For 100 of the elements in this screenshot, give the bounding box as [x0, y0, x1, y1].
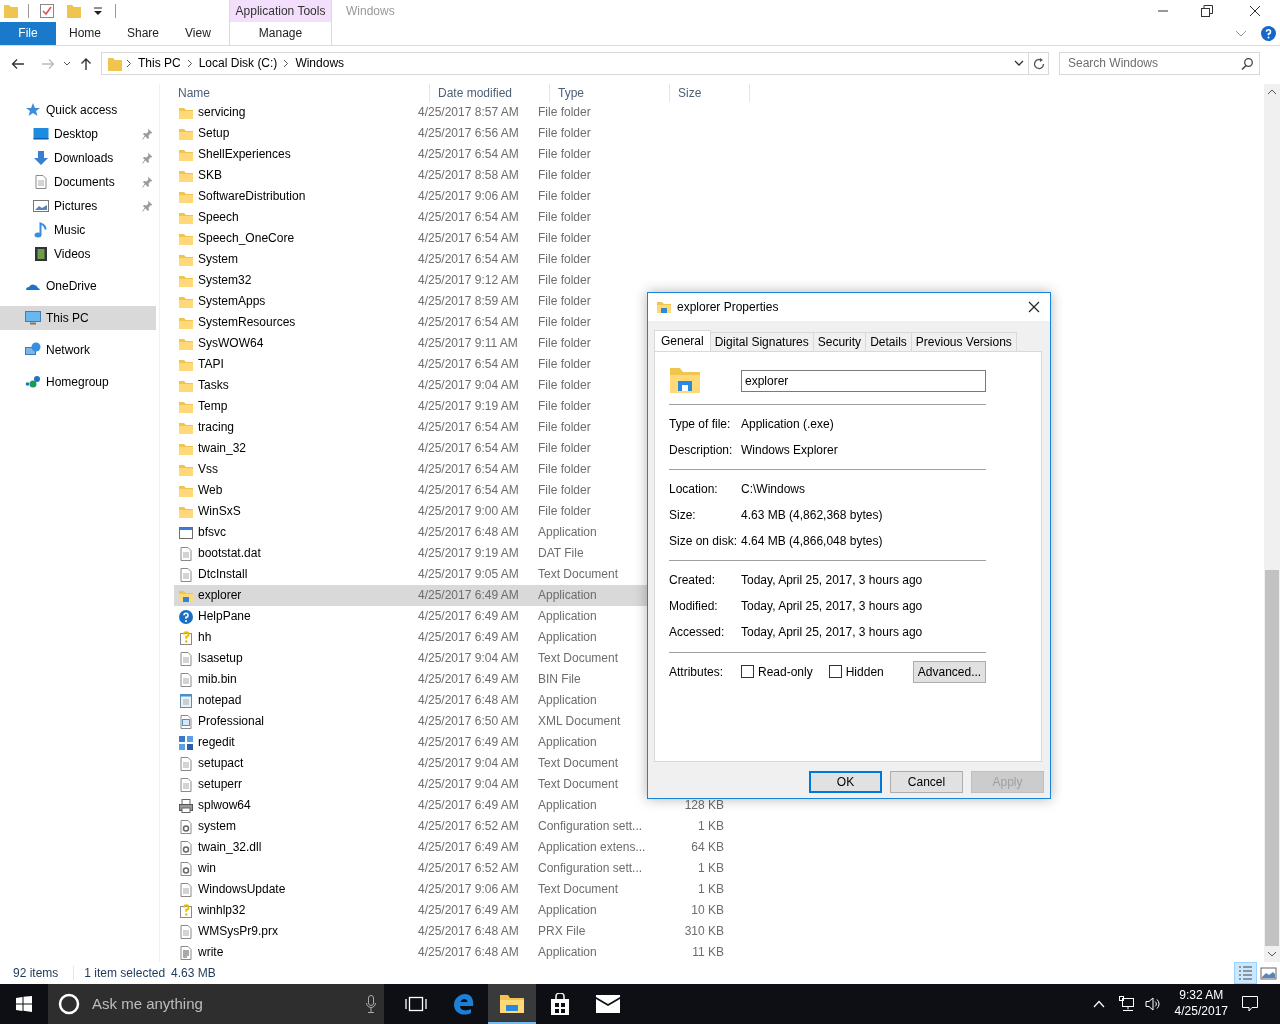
search-box[interactable]: Ask me anything	[48, 984, 384, 1024]
close-icon[interactable]	[1028, 301, 1040, 313]
attribute-checkbox[interactable]: Read-only	[741, 664, 813, 680]
folder-icon[interactable]	[500, 993, 524, 1013]
taskbar-app[interactable]	[488, 984, 536, 1024]
file-name[interactable]: Speech	[198, 210, 239, 225]
nav-item[interactable]: This PC	[46, 310, 89, 326]
ribbon-tab[interactable]: Home	[56, 22, 114, 45]
nav-item[interactable]: Pictures	[54, 198, 98, 214]
file-name[interactable]: SystemResources	[198, 315, 296, 330]
file-name[interactable]: twain_32	[198, 441, 247, 456]
task-view-icon[interactable]	[405, 996, 427, 1012]
nav-item[interactable]: Documents	[54, 174, 115, 190]
search-box[interactable]: Search Windows	[1059, 52, 1260, 75]
help-icon[interactable]	[1261, 26, 1276, 41]
dropdown-caret-icon[interactable]	[1014, 60, 1024, 67]
edge-icon[interactable]	[453, 993, 475, 1015]
breadcrumb[interactable]: Local Disk (C:)	[192, 56, 284, 71]
file-name[interactable]: Setup	[198, 126, 230, 141]
file-name[interactable]: twain_32.dll	[198, 840, 262, 855]
file-name[interactable]: DtcInstall	[198, 567, 248, 582]
recent-caret-icon[interactable]	[63, 60, 71, 67]
address-bar[interactable]: This PC Local Disk (C:) Windows	[101, 52, 1049, 75]
file-name[interactable]: System	[198, 252, 238, 267]
scrollbar-thumb[interactable]	[1265, 570, 1279, 946]
customize-caret-icon[interactable]	[93, 6, 103, 16]
file-name[interactable]: ShellExperiences	[198, 147, 291, 162]
envelope-icon[interactable]	[596, 995, 620, 1013]
large-icons-view-icon[interactable]	[1259, 964, 1278, 982]
file-name[interactable]: setuperr	[198, 777, 243, 792]
nav-item[interactable]: Videos	[54, 246, 91, 262]
file-name[interactable]: WMSysPr9.prx	[198, 924, 278, 939]
nav-item[interactable]: Music	[54, 222, 86, 238]
file-name[interactable]: servicing	[198, 105, 246, 120]
file-name[interactable]: SoftwareDistribution	[198, 189, 306, 204]
store-bag-icon[interactable]	[550, 993, 570, 1015]
network-icon[interactable]	[1118, 996, 1135, 1012]
file-name[interactable]: System32	[198, 273, 252, 288]
dialog-tab[interactable]: General	[654, 330, 711, 351]
nav-item[interactable]: Desktop	[54, 126, 99, 142]
attribute-checkbox[interactable]: Hidden	[828, 664, 884, 680]
search-icon[interactable]	[1241, 57, 1253, 70]
file-name[interactable]: bfsvc	[198, 525, 226, 540]
column-header[interactable]: Date modified	[438, 85, 513, 101]
ribbon-tab[interactable]: Share	[114, 22, 173, 45]
file-name[interactable]: write	[198, 945, 224, 960]
file-name[interactable]: winhlp32	[198, 903, 246, 918]
advanced-button[interactable]: Advanced...	[913, 661, 986, 683]
breadcrumb[interactable]: Windows	[289, 56, 351, 71]
dialog-button[interactable]: Cancel	[890, 771, 963, 793]
file-name[interactable]: SystemApps	[198, 294, 266, 309]
notification-icon[interactable]	[1242, 996, 1258, 1012]
file-name[interactable]: Vss	[198, 462, 218, 477]
nav-item[interactable]: Network	[46, 342, 90, 358]
file-name[interactable]: regedit	[198, 735, 235, 750]
column-header[interactable]: Name	[178, 85, 210, 101]
file-name[interactable]: notepad	[198, 693, 242, 708]
file-name[interactable]: splwow64	[198, 798, 251, 813]
file-name[interactable]: system	[198, 819, 236, 834]
file-name-field[interactable]: explorer	[741, 370, 986, 392]
scrollbar[interactable]	[1264, 84, 1280, 962]
file-name[interactable]: HelpPane	[198, 609, 251, 624]
file-name[interactable]: mib.bin	[198, 672, 237, 687]
column-header[interactable]: Type	[558, 85, 584, 101]
close-icon[interactable]	[1249, 5, 1261, 17]
clock[interactable]: 9:32 AM 4/25/2017	[1174, 988, 1228, 1020]
nav-item[interactable]: Quick access	[46, 102, 118, 118]
dialog-button[interactable]: OK	[809, 771, 882, 793]
file-name[interactable]: tracing	[198, 420, 235, 435]
up-arrow-icon[interactable]	[80, 56, 92, 71]
scroll-down-icon[interactable]	[1267, 951, 1277, 957]
properties-icon[interactable]	[39, 3, 55, 19]
nav-item[interactable]: Homegroup	[46, 374, 109, 390]
file-name[interactable]: SysWOW64	[198, 336, 264, 351]
file-name[interactable]: lsasetup	[198, 651, 243, 666]
file-name[interactable]: setupact	[198, 756, 244, 771]
nav-item[interactable]: Downloads	[54, 150, 114, 166]
nav-item[interactable]: OneDrive	[46, 278, 97, 294]
ribbon-tab[interactable]: Manage	[245, 22, 316, 45]
breadcrumb[interactable]: This PC	[132, 56, 187, 71]
volume-icon[interactable]	[1144, 996, 1161, 1012]
file-name[interactable]: hh	[198, 630, 212, 645]
file-name[interactable]: WinSxS	[198, 504, 241, 519]
file-name[interactable]: Web	[198, 483, 223, 498]
file-name[interactable]: Tasks	[198, 378, 229, 393]
ribbon-tab[interactable]: View	[172, 22, 224, 45]
file-name[interactable]: Speech_OneCore	[198, 231, 295, 246]
microphone-icon[interactable]	[366, 995, 376, 1013]
file-name[interactable]: win	[198, 861, 216, 876]
column-header[interactable]: Size	[678, 85, 702, 101]
dialog-tab[interactable]: Previous Versions	[910, 332, 1017, 351]
tray-caret-icon[interactable]	[1092, 1000, 1105, 1008]
dialog-tab[interactable]: Digital Signatures	[709, 332, 814, 351]
file-name[interactable]: WindowsUpdate	[198, 882, 286, 897]
dialog-tab[interactable]: Security	[812, 332, 867, 351]
file-name[interactable]: Professional	[198, 714, 265, 729]
file-name[interactable]: bootstat.dat	[198, 546, 261, 561]
refresh-icon[interactable]	[1033, 57, 1045, 70]
search-field[interactable]: Ask me anything	[90, 994, 350, 1014]
restore-icon[interactable]	[1201, 5, 1213, 17]
